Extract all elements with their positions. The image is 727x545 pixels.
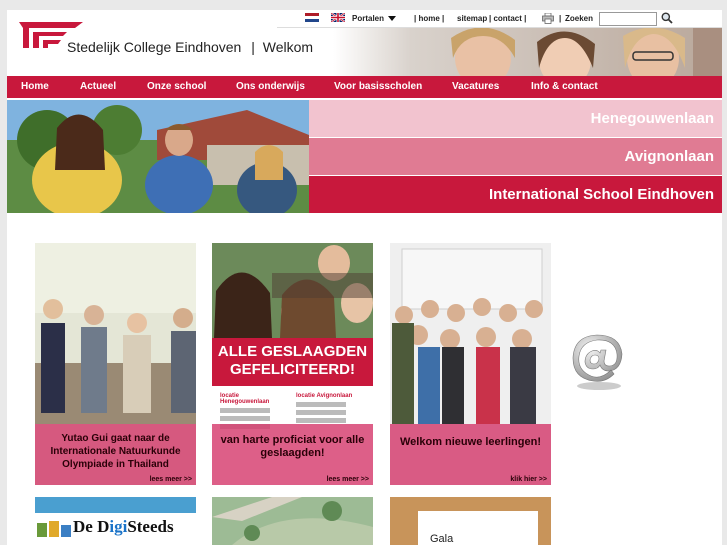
search-label: Zoeken [565, 14, 594, 23]
site-header: Stedelijk College Eindhoven | Welkom Por… [7, 10, 722, 76]
school-name: Stedelijk College Eindhoven [67, 39, 242, 55]
page-title: Stedelijk College Eindhoven | Welkom [67, 39, 313, 55]
location-label: Henegouwenlaan [590, 110, 714, 127]
chevron-down-icon[interactable] [388, 16, 396, 21]
nav-item-onze-school[interactable]: Onze school [147, 81, 206, 92]
tile-caption-text: van harte proficiat voor alle geslaagden… [220, 434, 365, 459]
location-label: International School Eindhoven [488, 186, 714, 203]
portalen-menu[interactable]: Portalen [352, 14, 384, 23]
news-tile-campus[interactable] [212, 497, 373, 545]
page: Stedelijk College Eindhoven | Welkom Por… [7, 10, 722, 545]
nav-item-actueel[interactable]: Actueel [80, 81, 116, 92]
nav-item-info-contact[interactable]: Info & contact [531, 81, 598, 92]
location-international-school[interactable]: International School Eindhoven [309, 176, 722, 213]
tile-caption-text: Yutao Gui gaat naar de Internationale Na… [50, 433, 181, 470]
gala-title: Gala [430, 533, 454, 545]
english-flag-icon[interactable] [331, 13, 345, 22]
dutch-flag-icon[interactable] [305, 13, 319, 22]
news-tile-digisteeds[interactable]: De DigiSteeds [35, 497, 196, 545]
banner-photo [7, 100, 309, 213]
contact-link[interactable]: | contact | [489, 14, 526, 23]
location-henegouwenlaan[interactable]: Henegouwenlaan [309, 100, 722, 137]
news-tile-olympiade[interactable]: Yutao Gui gaat naar de Internationale Na… [35, 243, 196, 485]
title-separator: | [251, 39, 255, 55]
headline-text: ALLE GESLAAGDEN GEFELICITEERD! [217, 343, 368, 378]
utility-bar: Portalen | home | sitemap | contact | | … [277, 10, 722, 28]
gala-card: Gala [418, 511, 538, 545]
digisteeds-title: De DigiSteeds [73, 517, 174, 536]
location-avignonlaan[interactable]: Avignonlaan [309, 138, 722, 175]
email-at-icon[interactable] [567, 330, 629, 392]
congratulations-headline: ALLE GESLAAGDEN GEFELICITEERD! [212, 338, 373, 386]
nav-item-voor-basisscholen[interactable]: Voor basisscholen [334, 81, 422, 92]
util-separator: | [559, 14, 562, 23]
news-tile-geslaagden[interactable]: ALLE GESLAAGDEN GEFELICITEERD! locatie H… [212, 243, 373, 485]
search-icon[interactable] [661, 12, 673, 24]
olympiade-photo [35, 243, 196, 424]
print-icon[interactable] [542, 13, 554, 24]
digisteeds-logo-icon [37, 521, 71, 537]
location-heading: locatie Henegouwenlaan [220, 393, 270, 405]
welcome-text: Welkom [262, 39, 314, 55]
nav-item-ons-onderwijs[interactable]: Ons onderwijs [236, 81, 305, 92]
new-students-photo [390, 243, 551, 424]
location-label: Avignonlaan [624, 148, 714, 165]
nav-item-home[interactable]: Home [21, 81, 49, 92]
home-link[interactable]: | home | [414, 14, 444, 23]
location-heading: locatie Avignonlaan [296, 393, 353, 399]
search-input[interactable] [599, 12, 657, 26]
geslaagden-photo [212, 243, 373, 338]
tile-caption-text: Welkom nieuwe leerlingen! [400, 436, 541, 448]
news-tile-nieuwe-leerlingen[interactable]: Welkom nieuwe leerlingen! klik hier >> [390, 243, 551, 485]
nav-item-vacatures[interactable]: Vacatures [452, 81, 499, 92]
sitemap-link[interactable]: sitemap [457, 14, 487, 23]
read-more-link[interactable]: lees meer >> [327, 476, 369, 483]
header-photo [333, 28, 722, 76]
read-more-link[interactable]: lees meer >> [150, 476, 192, 483]
main-navigation: Home Actueel Onze school Ons onderwijs V… [7, 76, 722, 98]
read-more-link[interactable]: klik hier >> [510, 476, 547, 483]
news-tile-gala[interactable]: Gala [390, 497, 551, 545]
campus-map-photo [212, 497, 373, 545]
